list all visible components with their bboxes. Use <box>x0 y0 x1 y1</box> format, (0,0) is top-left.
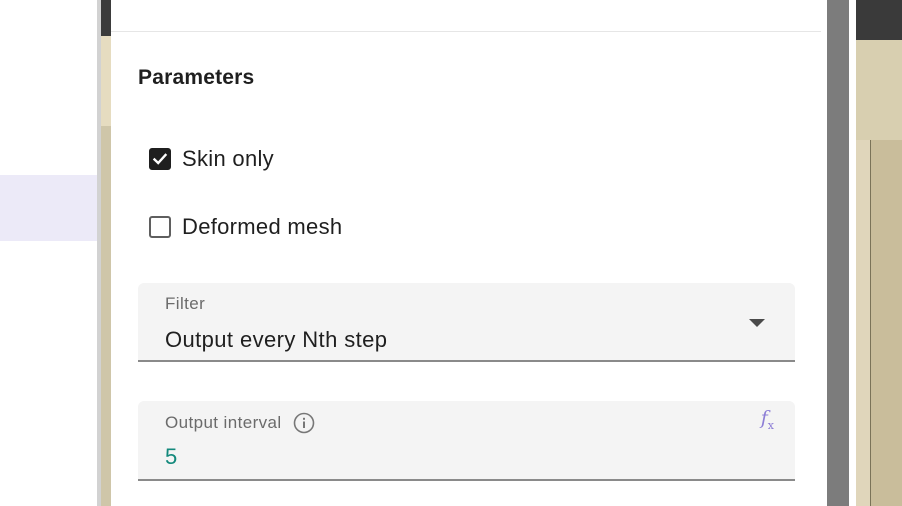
section-title: Parameters <box>138 66 255 89</box>
filter-select[interactable]: Filter Output every Nth step <box>138 283 795 362</box>
deformed-mesh-checkbox-row[interactable]: Deformed mesh <box>149 214 342 240</box>
filter-value: Output every Nth step <box>165 327 388 352</box>
skin-only-checkbox[interactable] <box>149 148 171 170</box>
deformed-mesh-label: Deformed mesh <box>182 214 343 239</box>
skin-only-label: Skin only <box>182 146 274 171</box>
deformed-mesh-checkbox[interactable] <box>149 216 171 238</box>
left-panel <box>0 0 97 506</box>
output-interval-label: Output interval <box>165 413 282 432</box>
output-interval-field[interactable]: Output interval fx 5 <box>138 401 795 481</box>
checkmark-icon <box>152 153 168 165</box>
dropdown-arrow-icon[interactable] <box>749 319 765 327</box>
info-icon[interactable] <box>293 412 315 434</box>
header-divider <box>111 31 821 32</box>
output-interval-value[interactable]: 5 <box>165 444 178 470</box>
selected-list-item[interactable] <box>0 175 97 241</box>
viewport-right-edge <box>856 0 902 506</box>
scrollbar[interactable] <box>827 0 849 506</box>
function-icon[interactable]: fx <box>761 407 774 432</box>
skin-only-checkbox-row[interactable]: Skin only <box>149 146 274 172</box>
viewport-left-edge <box>101 0 111 506</box>
parameters-dialog: Parameters Skin only Deformed mesh Filte… <box>111 0 827 506</box>
filter-label: Filter <box>165 294 206 313</box>
output-interval-label-wrap: Output interval <box>165 412 315 434</box>
